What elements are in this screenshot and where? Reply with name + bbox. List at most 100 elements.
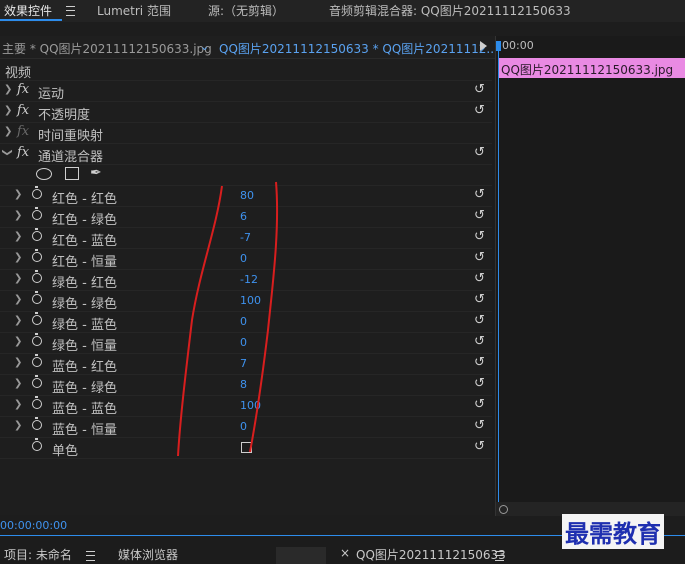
param-row[interactable]: ❯ 红色 - 恒量 0 ↺ [0, 248, 492, 270]
effect-row-time-remap[interactable]: ❯ fx 时间重映射 [0, 122, 492, 144]
panel-menu-icon[interactable] [86, 551, 95, 561]
chevron-right-icon[interactable]: ❯ [14, 273, 22, 284]
param-row[interactable]: ❯ 绿色 - 恒量 0 ↺ [0, 332, 492, 354]
param-value[interactable]: 100 [240, 294, 261, 307]
tab-lumetri-scopes[interactable]: Lumetri 范围 [97, 2, 171, 20]
param-value[interactable]: 100 [240, 399, 261, 412]
tab-sequence[interactable]: QQ图片20211112150633 [356, 546, 506, 563]
fx-icon[interactable]: fx [17, 145, 29, 160]
stopwatch-icon[interactable] [32, 438, 42, 451]
param-row[interactable]: ❯ 绿色 - 蓝色 0 ↺ [0, 311, 492, 333]
fx-icon[interactable]: fx [17, 82, 29, 97]
stopwatch-icon[interactable] [32, 396, 42, 409]
param-row[interactable]: ❯ 红色 - 绿色 6 ↺ [0, 206, 492, 228]
chevron-right-icon[interactable]: ❯ [14, 231, 22, 242]
zoom-handle-icon[interactable] [499, 505, 508, 514]
chevron-right-icon[interactable]: ❯ [4, 84, 12, 95]
timeline-clip[interactable]: QQ图片20211112150633.jpg [499, 58, 685, 78]
param-row[interactable]: ❯ 蓝色 - 红色 7 ↺ [0, 353, 492, 375]
param-row[interactable]: ❯ 蓝色 - 蓝色 100 ↺ [0, 395, 492, 417]
reset-icon[interactable]: ↺ [474, 208, 485, 223]
chevron-down-icon[interactable]: ❯ [2, 148, 13, 156]
chevron-right-icon[interactable]: ❯ [14, 315, 22, 326]
reset-icon[interactable]: ↺ [474, 187, 485, 202]
effect-timeline[interactable]: 00:00 QQ图片20211112150633.jpg [495, 36, 685, 516]
reset-icon[interactable]: ↺ [474, 439, 485, 454]
stopwatch-icon[interactable] [32, 312, 42, 325]
rectangle-mask-icon[interactable] [65, 167, 79, 180]
tab-effect-controls[interactable]: 效果控件 [4, 2, 52, 20]
stopwatch-icon[interactable] [32, 354, 42, 367]
reset-icon[interactable]: ↺ [474, 103, 485, 118]
chevron-right-icon[interactable]: ❯ [14, 420, 22, 431]
param-value[interactable]: 0 [240, 336, 247, 349]
param-row[interactable]: ❯ 绿色 - 绿色 100 ↺ [0, 290, 492, 312]
stopwatch-icon[interactable] [32, 417, 42, 430]
stopwatch-icon[interactable] [32, 333, 42, 346]
param-value[interactable]: 0 [240, 420, 247, 433]
reset-icon[interactable]: ↺ [474, 313, 485, 328]
stopwatch-icon[interactable] [32, 207, 42, 220]
param-row-monochrome[interactable]: 单色 ↺ [0, 437, 492, 459]
reset-icon[interactable]: ↺ [474, 376, 485, 391]
stopwatch-icon[interactable] [32, 291, 42, 304]
chevron-right-icon[interactable]: ❯ [14, 294, 22, 305]
effect-row-opacity[interactable]: ❯ fx 不透明度 ↺ [0, 101, 492, 123]
param-row[interactable]: ❯ 蓝色 - 绿色 8 ↺ [0, 374, 492, 396]
param-value[interactable]: 0 [240, 252, 247, 265]
stopwatch-icon[interactable] [32, 186, 42, 199]
chevron-down-icon[interactable]: ⌄ [200, 40, 209, 53]
play-icon[interactable] [480, 41, 487, 51]
param-row[interactable]: ❯ 红色 - 红色 80 ↺ [0, 185, 492, 207]
param-value[interactable]: 80 [240, 189, 254, 202]
chevron-right-icon[interactable]: ❯ [14, 252, 22, 263]
reset-icon[interactable]: ↺ [474, 145, 485, 160]
reset-icon[interactable]: ↺ [474, 229, 485, 244]
param-value[interactable]: 8 [240, 378, 247, 391]
chevron-right-icon[interactable]: ❯ [14, 378, 22, 389]
reset-icon[interactable]: ↺ [474, 82, 485, 97]
tab-audio-clip-mixer[interactable]: 音频剪辑混合器: QQ图片20211112150633 [329, 2, 571, 20]
ellipse-mask-icon[interactable] [36, 168, 52, 180]
param-row[interactable]: ❯ 蓝色 - 恒量 0 ↺ [0, 416, 492, 438]
effect-row-motion[interactable]: ❯ fx 运动 ↺ [0, 80, 492, 102]
param-value[interactable]: -7 [240, 231, 251, 244]
chevron-right-icon[interactable]: ❯ [4, 105, 12, 116]
chevron-right-icon[interactable]: ❯ [14, 189, 22, 200]
pen-mask-icon[interactable]: ✒ [90, 165, 102, 181]
master-clip-label[interactable]: 主要 * QQ图片20211112150633.jpg [2, 40, 212, 57]
stopwatch-icon[interactable] [32, 270, 42, 283]
tab-media-browser[interactable]: 媒体浏览器 [118, 546, 178, 563]
reset-icon[interactable]: ↺ [474, 397, 485, 412]
param-value[interactable]: 7 [240, 357, 247, 370]
chevron-right-icon[interactable]: ❯ [14, 336, 22, 347]
reset-icon[interactable]: ↺ [474, 271, 485, 286]
reset-icon[interactable]: ↺ [474, 292, 485, 307]
stopwatch-icon[interactable] [32, 375, 42, 388]
fx-icon[interactable]: fx [17, 103, 29, 118]
close-icon[interactable]: × [340, 546, 350, 560]
param-row[interactable]: ❯ 绿色 - 红色 -12 ↺ [0, 269, 492, 291]
stopwatch-icon[interactable] [32, 228, 42, 241]
sequence-clip-label[interactable]: QQ图片20211112150633 * QQ图片20211112... [219, 40, 498, 57]
tab-project[interactable]: 项目: 未命名 [4, 546, 72, 563]
chevron-right-icon[interactable]: ❯ [14, 399, 22, 410]
tab-source[interactable]: 源:（无剪辑） [208, 2, 284, 20]
reset-icon[interactable]: ↺ [474, 418, 485, 433]
panel-button[interactable] [276, 547, 326, 564]
panel-menu-icon[interactable] [495, 551, 504, 561]
playhead-marker[interactable] [496, 41, 501, 51]
chevron-right-icon[interactable]: ❯ [14, 210, 22, 221]
reset-icon[interactable]: ↺ [474, 355, 485, 370]
chevron-right-icon[interactable]: ❯ [4, 126, 12, 137]
param-value[interactable]: 0 [240, 315, 247, 328]
param-row[interactable]: ❯ 红色 - 蓝色 -7 ↺ [0, 227, 492, 249]
effect-row-channel-mixer[interactable]: ❯ fx 通道混合器 ↺ [0, 143, 492, 165]
reset-icon[interactable]: ↺ [474, 250, 485, 265]
chevron-right-icon[interactable]: ❯ [14, 357, 22, 368]
current-timecode[interactable]: 00:00:00:00 [0, 519, 67, 532]
stopwatch-icon[interactable] [32, 249, 42, 262]
reset-icon[interactable]: ↺ [474, 334, 485, 349]
param-value[interactable]: -12 [240, 273, 258, 286]
param-value[interactable]: 6 [240, 210, 247, 223]
